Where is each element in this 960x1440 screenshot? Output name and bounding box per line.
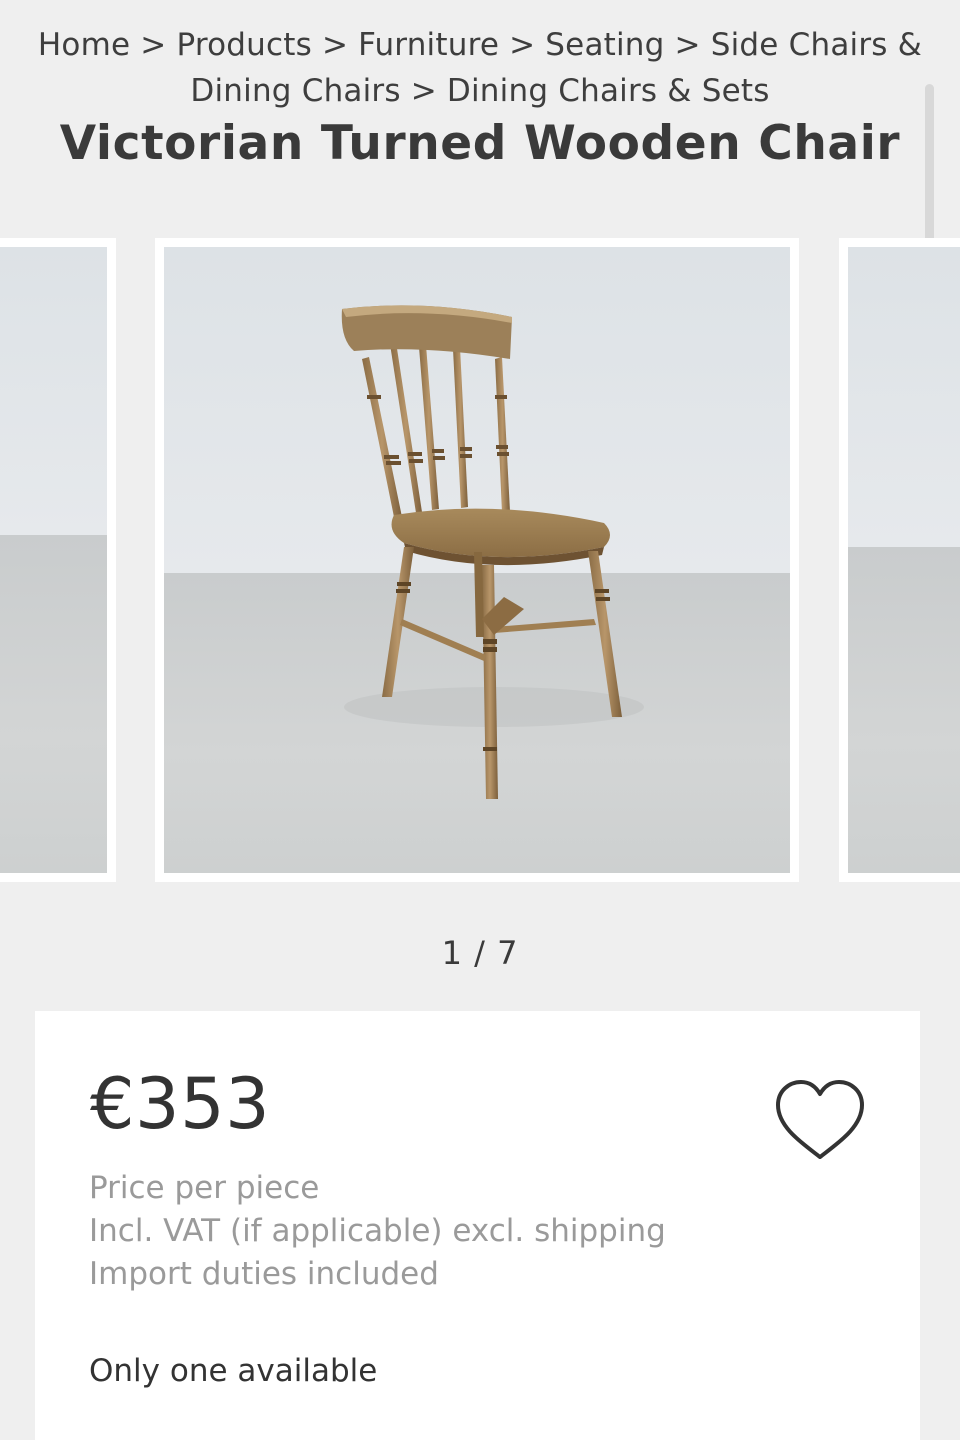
product-photo-next <box>848 247 960 873</box>
image-carousel[interactable] <box>0 238 960 882</box>
page-title: Victorian Turned Wooden Chair <box>59 116 901 171</box>
breadcrumb-separator: > <box>674 27 701 63</box>
breadcrumb-seating[interactable]: Seating <box>545 27 664 63</box>
breadcrumb-separator: > <box>410 73 437 109</box>
price-per-piece-text: Price per piece <box>89 1170 320 1206</box>
availability-text: Only one available <box>89 1353 378 1389</box>
breadcrumb-separator: > <box>509 27 536 63</box>
breadcrumb-home[interactable]: Home <box>38 27 130 63</box>
price-card: €353 Price per piece Incl. VAT (if appli… <box>35 1011 920 1440</box>
heart-outline-icon[interactable] <box>772 1077 868 1163</box>
breadcrumb-products[interactable]: Products <box>176 27 311 63</box>
breadcrumb-separator: > <box>321 27 349 63</box>
breadcrumb-line-2: Dining Chairs > Dining Chairs & Sets <box>24 68 936 114</box>
price-details: Price per piece Incl. VAT (if applicable… <box>89 1167 666 1296</box>
import-duties-text: Import duties included <box>89 1256 439 1292</box>
product-price: €353 <box>90 1063 271 1145</box>
breadcrumb-separator: > <box>140 27 167 63</box>
breadcrumb-dining-chairs[interactable]: Dining Chairs <box>190 73 400 109</box>
breadcrumb-furniture[interactable]: Furniture <box>358 27 499 63</box>
vat-shipping-text: Incl. VAT (if applicable) excl. shipping <box>89 1213 666 1249</box>
carousel-slide-next[interactable] <box>839 238 960 882</box>
product-photo-previous <box>0 247 107 873</box>
breadcrumb-side-chairs[interactable]: Side Chairs & <box>711 27 922 63</box>
breadcrumb: Home > Products > Furniture > Seating > Side Cha… <box>0 22 960 114</box>
product-photo-main <box>164 247 790 873</box>
breadcrumb-dining-chairs-sets[interactable]: Dining Chairs & Sets <box>447 73 770 109</box>
breadcrumb-line-1: Home > Products > Furniture > Seating > Side Cha… <box>24 22 936 68</box>
carousel-slide-current[interactable] <box>155 238 799 882</box>
gallery-counter: 1 / 7 <box>441 934 519 972</box>
carousel-slide-previous[interactable] <box>0 238 116 882</box>
